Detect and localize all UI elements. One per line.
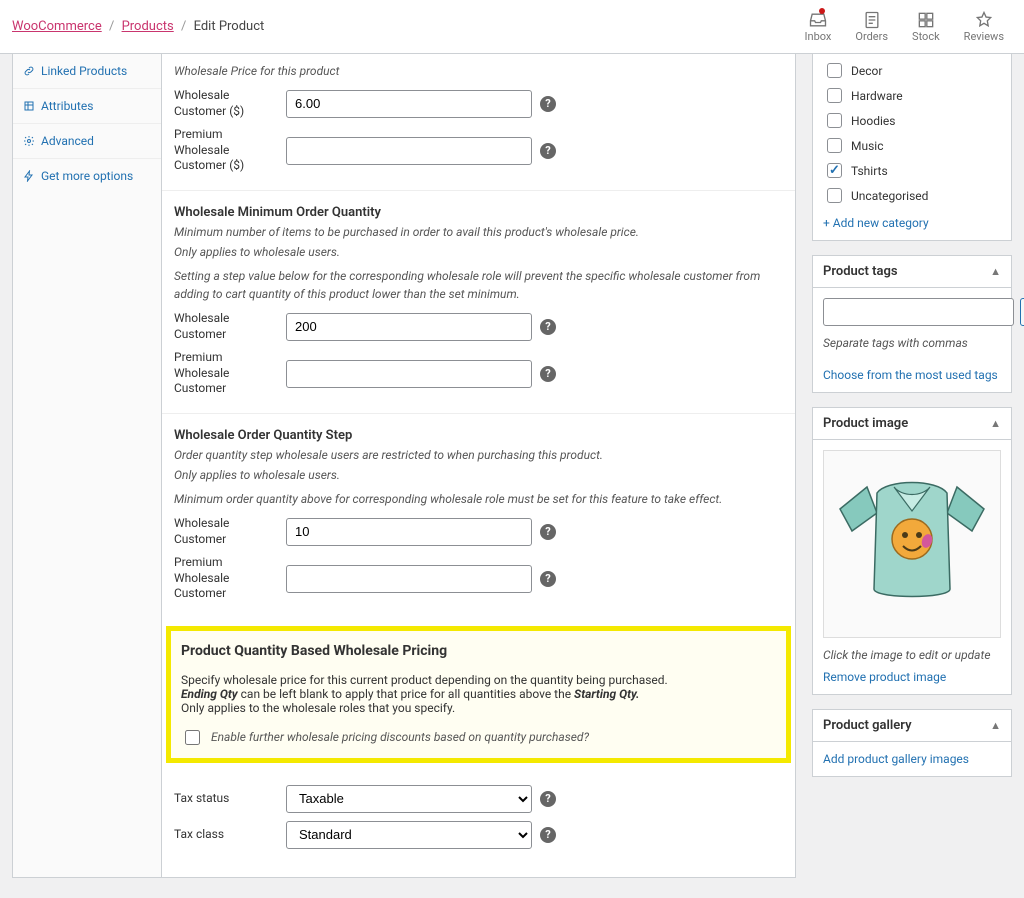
- section-tax: Tax status Taxable ? Tax class Standard …: [162, 771, 795, 865]
- product-gallery-heading: Product gallery: [823, 718, 912, 733]
- moq-premium-label: Premium Wholesale Customer: [174, 350, 278, 397]
- help-icon[interactable]: ?: [540, 96, 556, 112]
- category-checkbox[interactable]: [827, 163, 842, 178]
- metabox-product-categories: Decor Hardware Hoodies Music Tshirts Uncatego…: [812, 54, 1012, 241]
- breadcrumb-current: Edit Product: [194, 19, 265, 34]
- chevron-up-icon[interactable]: ▲: [990, 265, 1001, 278]
- top-bar: WooCommerce / Products / Edit Product In…: [0, 0, 1024, 54]
- tax-status-label: Tax status: [174, 791, 278, 807]
- breadcrumb: WooCommerce / Products / Edit Product: [12, 19, 264, 34]
- orders-icon: [862, 10, 882, 30]
- tax-class-select[interactable]: Standard: [286, 821, 532, 849]
- moq-customer-label: Wholesale Customer: [174, 311, 278, 342]
- premium-customer-input[interactable]: [286, 137, 532, 165]
- category-item[interactable]: Uncategorised: [823, 183, 1001, 208]
- help-icon[interactable]: ?: [540, 791, 556, 807]
- stock-icon: [916, 10, 936, 30]
- moq-premium-input[interactable]: [286, 360, 532, 388]
- breadcrumb-woocommerce[interactable]: WooCommerce: [12, 19, 102, 34]
- inbox-button[interactable]: Inbox: [805, 10, 832, 43]
- step-customer-label: Wholesale Customer: [174, 516, 278, 547]
- qty-step-heading: Wholesale Order Quantity Step: [174, 428, 783, 443]
- product-data-panel: Wholesale Price for this product Wholesa…: [162, 54, 796, 878]
- help-icon[interactable]: ?: [540, 143, 556, 159]
- help-icon[interactable]: ?: [540, 319, 556, 335]
- gear-icon: [23, 135, 35, 147]
- min-order-heading: Wholesale Minimum Order Quantity: [174, 205, 783, 220]
- product-tags-heading: Product tags: [823, 264, 898, 279]
- orders-button[interactable]: Orders: [855, 10, 888, 43]
- category-item[interactable]: Music: [823, 133, 1001, 158]
- chevron-up-icon[interactable]: ▲: [990, 417, 1001, 430]
- attributes-icon: [23, 100, 35, 112]
- wholesale-customer-label: Wholesale Customer ($): [174, 88, 278, 119]
- category-checkbox[interactable]: [827, 188, 842, 203]
- category-checkbox[interactable]: [827, 88, 842, 103]
- breadcrumb-products[interactable]: Products: [122, 19, 174, 34]
- help-icon[interactable]: ?: [540, 366, 556, 382]
- premium-customer-label: Premium Wholesale Customer ($): [174, 127, 278, 174]
- stock-button[interactable]: Stock: [912, 10, 940, 43]
- product-image-hint: Click the image to edit or update: [823, 648, 1001, 662]
- category-checkbox[interactable]: [827, 113, 842, 128]
- category-label: Decor: [851, 64, 882, 78]
- choose-used-tags-link[interactable]: Choose from the most used tags: [823, 368, 998, 382]
- reviews-icon: [974, 10, 994, 30]
- tax-class-label: Tax class: [174, 827, 278, 843]
- add-gallery-images-link[interactable]: Add product gallery images: [823, 752, 969, 766]
- help-icon[interactable]: ?: [540, 827, 556, 843]
- section-min-order: Wholesale Minimum Order Quantity Minimum…: [162, 190, 795, 413]
- category-item[interactable]: Hoodies: [823, 108, 1001, 133]
- help-icon[interactable]: ?: [540, 524, 556, 540]
- wholesale-price-desc: Wholesale Price for this product: [174, 62, 783, 80]
- link-icon: [23, 65, 35, 77]
- chevron-up-icon[interactable]: ▲: [990, 719, 1001, 732]
- step-customer-input[interactable]: [286, 518, 532, 546]
- top-icons: Inbox Orders Stock Reviews: [805, 10, 1012, 43]
- metabox-product-gallery: Product gallery ▲ Add product gallery im…: [812, 709, 1012, 777]
- category-label: Hoodies: [851, 114, 896, 128]
- category-item[interactable]: Tshirts: [823, 158, 1001, 183]
- metabox-product-tags: Product tags ▲ Add Separate tags with co…: [812, 255, 1012, 393]
- category-label: Uncategorised: [851, 189, 928, 203]
- reviews-button[interactable]: Reviews: [964, 10, 1004, 43]
- category-label: Music: [851, 139, 883, 153]
- wholesale-customer-input[interactable]: [286, 90, 532, 118]
- step-premium-input[interactable]: [286, 565, 532, 593]
- metabox-product-image: Product image ▲: [812, 407, 1012, 695]
- category-label: Tshirts: [851, 164, 888, 178]
- add-tag-input[interactable]: [823, 298, 1014, 326]
- product-image-thumbnail[interactable]: [823, 450, 1001, 638]
- category-list: Decor Hardware Hoodies Music Tshirts Uncatego…: [823, 58, 1001, 208]
- product-image-heading: Product image: [823, 416, 908, 431]
- remove-product-image-link[interactable]: Remove product image: [823, 670, 946, 684]
- tab-attributes[interactable]: Attributes: [13, 89, 161, 124]
- section-wholesale-prices: Wholesale Price for this product Wholesa…: [162, 54, 795, 190]
- product-data-tabs: Linked Products Attributes Advanced Get …: [12, 54, 162, 878]
- category-checkbox[interactable]: [827, 138, 842, 153]
- tshirt-image: [832, 469, 992, 619]
- tax-status-select[interactable]: Taxable: [286, 785, 532, 813]
- category-label: Hardware: [851, 89, 903, 103]
- enable-qty-pricing-label: Enable further wholesale pricing discoun…: [211, 730, 589, 744]
- enable-qty-pricing-checkbox[interactable]: [185, 730, 200, 745]
- lightning-icon: [23, 170, 35, 182]
- add-tag-button[interactable]: Add: [1020, 298, 1024, 326]
- inbox-icon: [808, 10, 828, 30]
- tab-linked-products[interactable]: Linked Products: [13, 54, 161, 89]
- category-item[interactable]: Hardware: [823, 83, 1001, 108]
- add-new-category-link[interactable]: + Add new category: [823, 216, 929, 230]
- category-checkbox[interactable]: [827, 63, 842, 78]
- tags-hint: Separate tags with commas: [823, 336, 1001, 350]
- tab-get-more-options[interactable]: Get more options: [13, 159, 161, 193]
- section-qty-step: Wholesale Order Quantity Step Order quan…: [162, 413, 795, 618]
- tab-advanced[interactable]: Advanced: [13, 124, 161, 159]
- category-item[interactable]: Decor: [823, 58, 1001, 83]
- moq-customer-input[interactable]: [286, 313, 532, 341]
- help-icon[interactable]: ?: [540, 571, 556, 587]
- qty-pricing-heading: Product Quantity Based Wholesale Pricing: [181, 643, 776, 659]
- section-qty-pricing-highlight: Product Quantity Based Wholesale Pricing…: [166, 626, 791, 763]
- step-premium-label: Premium Wholesale Customer: [174, 555, 278, 602]
